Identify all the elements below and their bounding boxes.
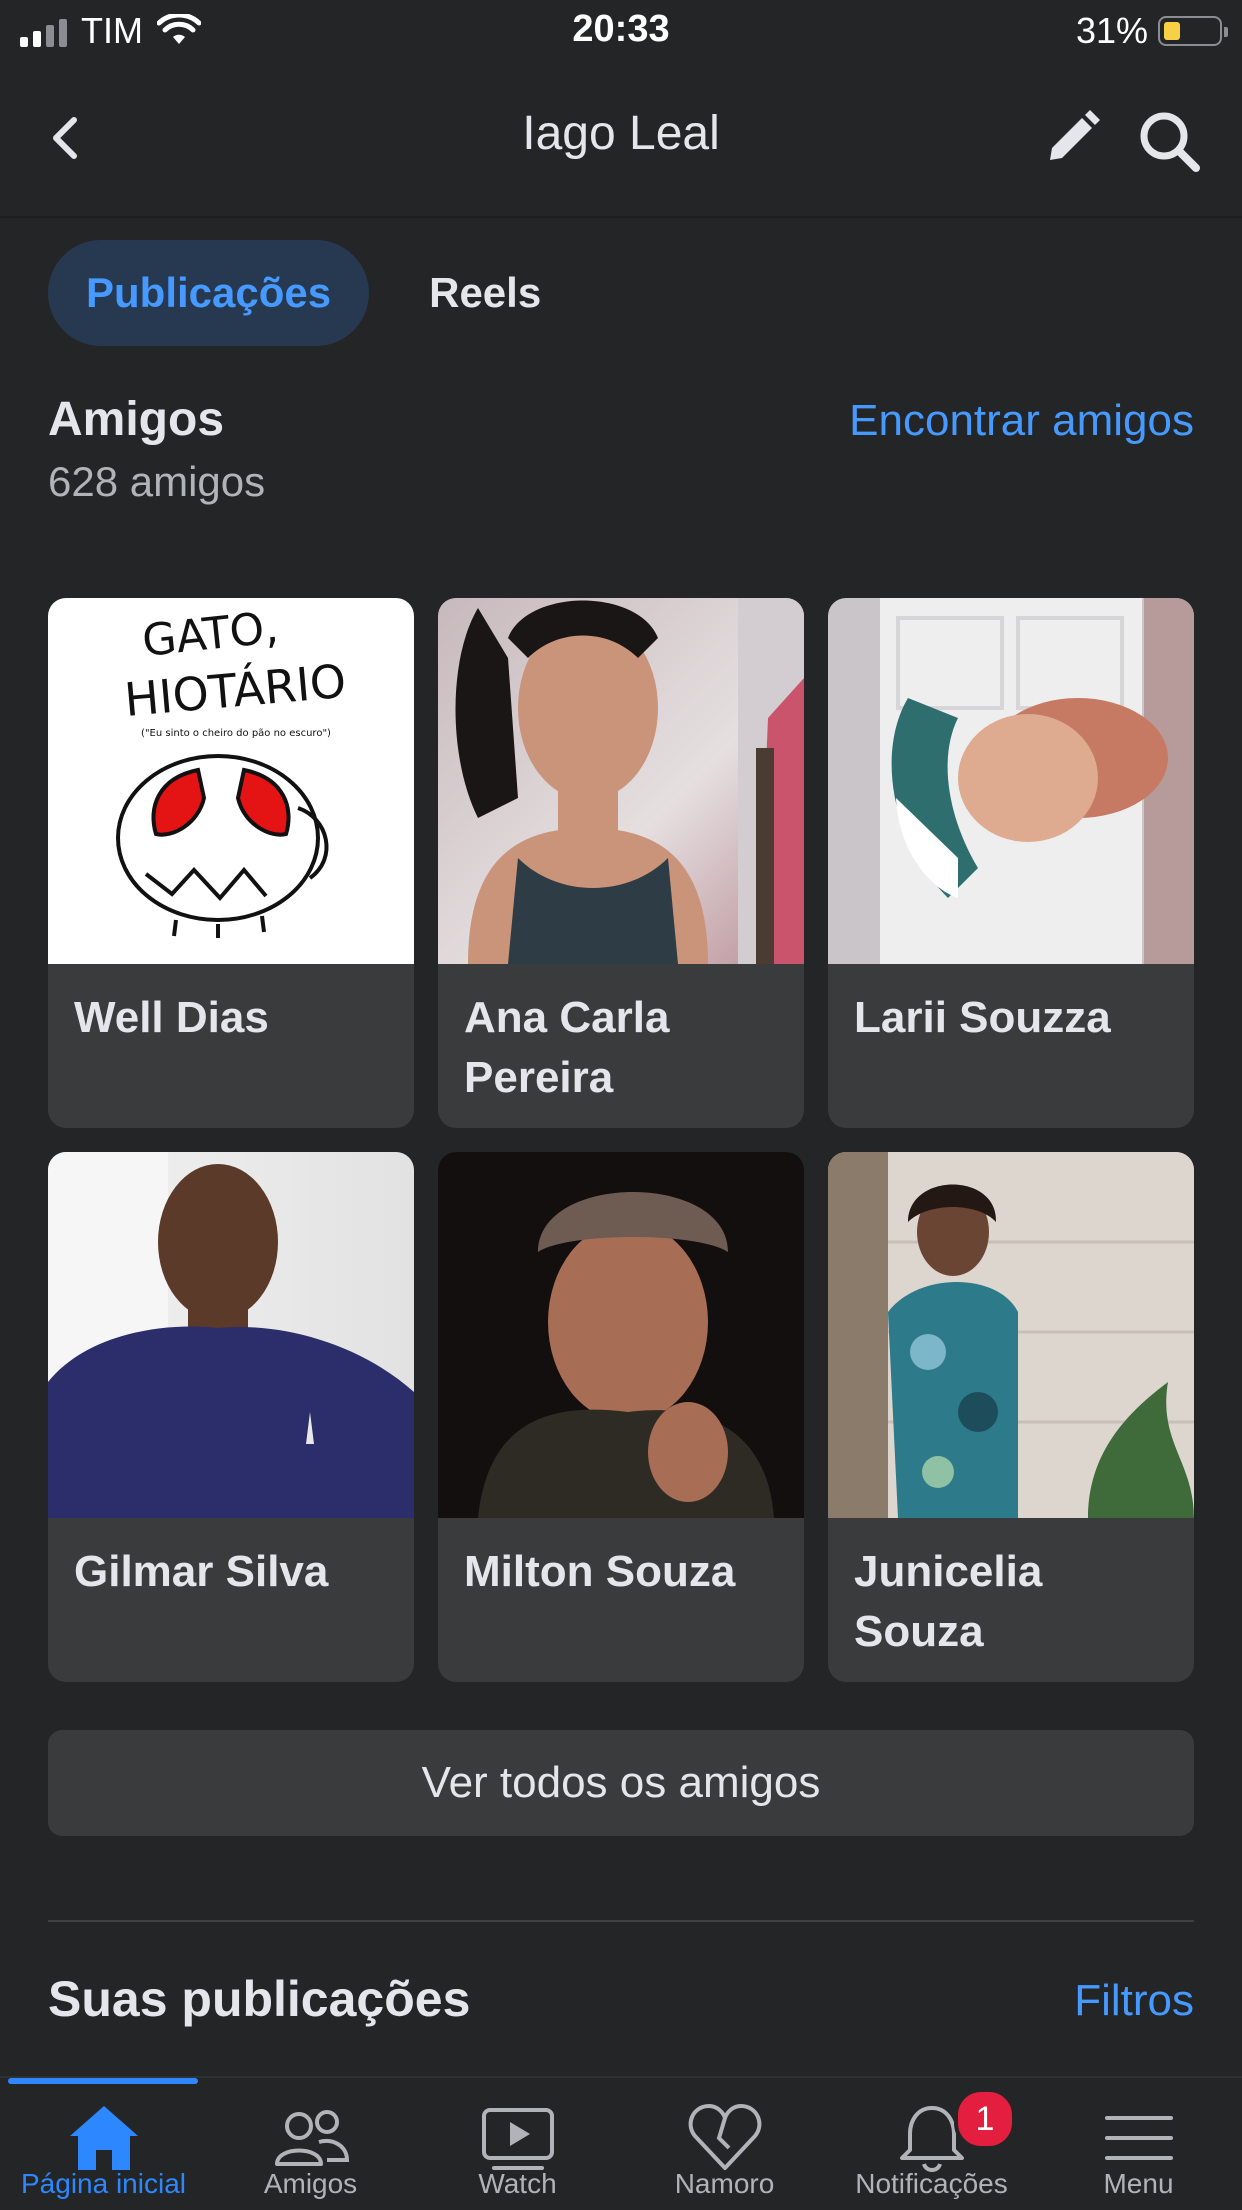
posts-section-title: Suas publicações (48, 1971, 471, 2027)
nav-dating[interactable]: Namoro (621, 2078, 828, 2210)
bottom-nav: Página inicial Amigos Watch Namoro 1 Not… (0, 2076, 1242, 2210)
nav-label: Watch (478, 2168, 557, 2199)
nav-watch[interactable]: Watch (414, 2078, 621, 2210)
menu-icon (1104, 2116, 1173, 2160)
profile-tabs: Publicações Reels (48, 240, 561, 346)
notification-badge: 1 (954, 2088, 1016, 2150)
nav-label: Namoro (674, 2168, 775, 2199)
friend-card-ana-carla[interactable]: Ana Carla Pereira (438, 598, 804, 1128)
search-icon[interactable] (1134, 106, 1204, 176)
nav-friends[interactable]: Amigos (207, 2078, 414, 2210)
nav-home[interactable]: Página inicial (0, 2078, 207, 2210)
nav-label: Página inicial (21, 2168, 186, 2199)
friends-count: 628 amigos (48, 458, 266, 505)
friends-section-title: Amigos (48, 393, 225, 446)
cartoon-drawing: GATO, HIOTÁRIO ("Eu sinto o cheiro do pã… (116, 602, 348, 938)
friend-photo (828, 598, 1194, 964)
nav-label: Amigos (263, 2168, 358, 2199)
heart-icon (688, 2104, 761, 2170)
edit-icon[interactable] (1040, 106, 1104, 170)
battery-icon (1158, 16, 1228, 46)
friend-name: Gilmar Silva (74, 1547, 329, 1596)
friend-photo (48, 1152, 414, 1518)
friend-photo (438, 1152, 804, 1518)
friend-card-larii-souzza[interactable]: Larii Souzza (828, 598, 1194, 1128)
nav-label: Menu (1103, 2168, 1174, 2199)
friend-photo (438, 598, 804, 964)
friend-name: Well Dias (74, 993, 269, 1042)
friend-photo (828, 1152, 1194, 1518)
watch-icon (481, 2108, 554, 2170)
home-icon (69, 2106, 138, 2170)
section-divider (48, 1920, 1194, 1922)
tab-reels[interactable]: Reels (409, 240, 561, 346)
clock: 20:33 (572, 8, 670, 50)
friend-card-milton-souza[interactable]: Milton Souza (438, 1152, 804, 1682)
friends-icon (274, 2110, 349, 2166)
friend-card-gilmar-silva[interactable]: Gilmar Silva (48, 1152, 414, 1682)
status-bar: TIM 20:33 31% (0, 0, 1242, 62)
see-all-friends-button[interactable]: Ver todos os amigos (48, 1730, 1194, 1836)
nav-menu[interactable]: Menu (1035, 2078, 1242, 2210)
friend-card-well-dias[interactable]: GATO, HIOTÁRIO ("Eu sinto o cheiro do pã… (48, 598, 414, 1128)
battery-percent: 31% (1075, 10, 1148, 51)
status-right: 31% (1075, 10, 1228, 52)
nav-label: Notificações (855, 2168, 1008, 2199)
find-friends-link[interactable]: Encontrar amigos (849, 396, 1194, 446)
friend-name: Larii Souzza (854, 993, 1111, 1042)
friend-card-junicelia-souza[interactable]: Junicelia Souza (828, 1152, 1194, 1682)
drawing-caption: ("Eu sinto o cheiro do pão no escuro") (141, 728, 331, 739)
friend-name: Milton Souza (464, 1547, 736, 1596)
top-bar: Iago Leal (0, 62, 1242, 218)
drawing-text-1: GATO, (140, 602, 281, 667)
friend-name: Junicelia Souza (854, 1547, 1043, 1656)
nav-notifications[interactable]: 1 Notificações (828, 2078, 1035, 2210)
friend-name: Ana Carla Pereira (464, 993, 670, 1102)
friend-photo: GATO, HIOTÁRIO ("Eu sinto o cheiro do pã… (48, 598, 414, 964)
tab-publicacoes[interactable]: Publicações (48, 240, 370, 346)
filters-link[interactable]: Filtros (1074, 1976, 1194, 2026)
